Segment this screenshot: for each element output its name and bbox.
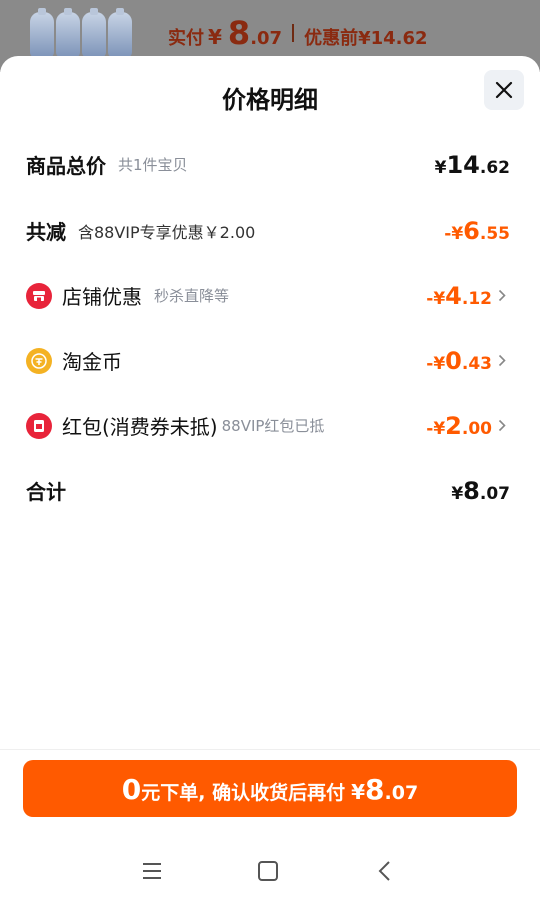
shop-discount-amount: -¥ 4 .12 bbox=[426, 281, 492, 310]
coin-amount: -¥ 0 .43 bbox=[426, 346, 492, 375]
banner-price: 实付 ¥ 8 .07 优惠前 ¥14.62 bbox=[168, 14, 428, 52]
before-discount-label: 优惠前 bbox=[304, 28, 359, 49]
before-discount-value: ¥14.62 bbox=[358, 28, 428, 49]
row-coin-discount[interactable]: 淘金币 -¥ 0 .43 bbox=[26, 346, 510, 375]
pay-later-button[interactable]: 0 元下单, 确认收货后再付 ¥ 8 .07 bbox=[23, 760, 517, 817]
red-packet-icon bbox=[26, 412, 52, 439]
back-arrow-icon bbox=[378, 861, 390, 881]
goods-total-label: 商品总价 bbox=[26, 154, 106, 178]
pay-text: 元下单, 确认收货后再付 bbox=[141, 782, 346, 804]
red-packet-amount: -¥ 2 .00 bbox=[426, 411, 492, 440]
paid-dec: .07 bbox=[250, 28, 283, 49]
shop-discount-label: 店铺优惠 bbox=[62, 285, 142, 309]
system-nav-bar bbox=[0, 838, 540, 905]
shop-discount-sub: 秒杀直降等 bbox=[154, 287, 230, 305]
shop-icon bbox=[26, 282, 52, 309]
close-icon bbox=[495, 81, 513, 99]
goods-total-sub: 共1件宝贝 bbox=[118, 156, 188, 174]
reduction-amount: -¥ 6 .55 bbox=[444, 216, 510, 245]
paid-currency: ¥ bbox=[208, 25, 222, 49]
footer-divider bbox=[0, 749, 540, 750]
home-square-icon bbox=[258, 861, 278, 881]
reduction-sub: 含88VIP专享优惠￥2.00 bbox=[78, 222, 256, 242]
sheet-title: 价格明细 bbox=[222, 86, 318, 114]
red-packet-label: 红包(消费券未抵) bbox=[62, 415, 218, 439]
row-red-packet[interactable]: 红包(消费券未抵) 88VIP红包已抵 -¥ 2 .00 bbox=[26, 411, 510, 440]
pay-currency: ¥ bbox=[351, 780, 366, 804]
menu-icon bbox=[143, 863, 161, 879]
row-grand-total: 合计 ¥ 8 .07 bbox=[26, 476, 510, 505]
goods-total-amount: ¥ 14 .62 bbox=[434, 150, 510, 179]
chevron-right-icon bbox=[498, 354, 510, 368]
paid-label: 实付 bbox=[168, 28, 204, 49]
recent-apps-button[interactable] bbox=[132, 856, 172, 886]
reduction-label: 共减 bbox=[26, 220, 66, 244]
divider bbox=[292, 24, 295, 42]
coin-icon bbox=[26, 347, 52, 374]
coin-label: 淘金币 bbox=[62, 350, 122, 374]
home-button[interactable] bbox=[248, 856, 288, 886]
red-packet-sub: 88VIP红包已抵 bbox=[221, 417, 325, 435]
row-goods-total: 商品总价 共1件宝贝 ¥ 14 .62 bbox=[26, 150, 510, 179]
grand-total-label: 合计 bbox=[26, 480, 66, 504]
grand-total-amount: ¥ 8 .07 bbox=[451, 476, 510, 505]
chevron-right-icon bbox=[498, 289, 510, 303]
product-thumbnail bbox=[30, 8, 140, 60]
pay-dec: .07 bbox=[384, 782, 419, 804]
paid-int: 8 bbox=[227, 14, 251, 52]
pay-zero: 0 bbox=[121, 773, 142, 806]
back-button[interactable] bbox=[364, 856, 404, 886]
close-button[interactable] bbox=[484, 70, 524, 110]
row-shop-discount[interactable]: 店铺优惠 秒杀直降等 -¥ 4 .12 bbox=[26, 281, 510, 310]
chevron-right-icon bbox=[498, 419, 510, 433]
pay-int: 8 bbox=[365, 773, 385, 806]
row-total-reduction: 共减 含88VIP专享优惠￥2.00 -¥ 6 .55 bbox=[26, 216, 510, 245]
